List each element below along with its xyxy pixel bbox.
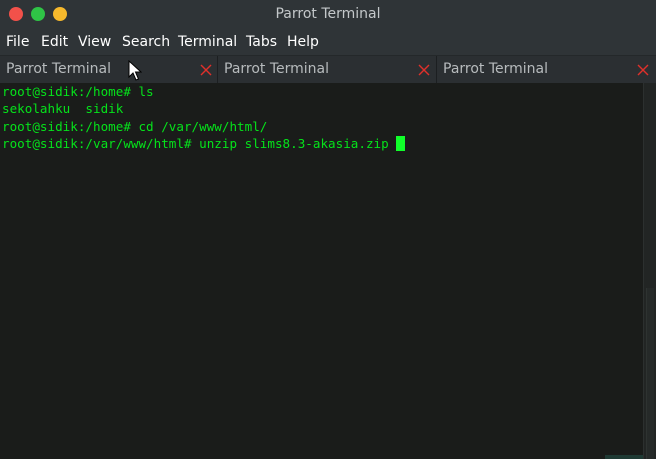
menu-tabs[interactable]: Tabs	[246, 29, 277, 55]
menu-terminal[interactable]: Terminal	[178, 29, 237, 55]
terminal-window: Parrot Terminal File Edit View Search Te…	[0, 0, 656, 459]
menu-view[interactable]: View	[78, 29, 111, 55]
tab-terminal-3[interactable]: Parrot Terminal	[437, 56, 656, 83]
menu-help[interactable]: Help	[287, 29, 319, 55]
terminal-command: root@sidik:/var/www/html# unzip slims8.3…	[2, 136, 389, 152]
text-cursor	[395, 136, 405, 152]
close-x-icon[interactable]	[199, 63, 213, 77]
tab-label: Parrot Terminal	[224, 61, 330, 77]
terminal-line-current[interactable]: root@sidik:/var/www/html# unzip slims8.3…	[2, 135, 405, 152]
tab-label: Parrot Terminal	[443, 61, 549, 77]
menu-search[interactable]: Search	[122, 29, 170, 55]
tab-terminal-1[interactable]: Parrot Terminal	[0, 56, 218, 83]
terminal-line: root@sidik:/home# ls	[2, 84, 154, 99]
bottom-accent	[605, 455, 643, 459]
tab-label: Parrot Terminal	[6, 61, 112, 77]
vertical-scrollbar[interactable]	[643, 83, 656, 459]
tab-terminal-2[interactable]: Parrot Terminal	[218, 56, 437, 83]
terminal-line: root@sidik:/home# cd /var/www/html/	[2, 118, 268, 134]
menu-bar: File Edit View Search Terminal Tabs Help	[0, 29, 656, 55]
title-bar[interactable]: Parrot Terminal	[0, 0, 656, 29]
scrollbar-thumb[interactable]	[646, 288, 654, 459]
menu-file[interactable]: File	[6, 29, 29, 55]
terminal-output[interactable]: root@sidik:/home# ls sekolahku sidik roo…	[0, 83, 643, 459]
terminal-line: sekolahku sidik	[2, 101, 124, 117]
close-x-icon[interactable]	[417, 63, 431, 77]
tab-bar: Parrot Terminal Parrot Terminal Parrot T…	[0, 55, 656, 84]
close-x-icon[interactable]	[636, 63, 650, 77]
window-title: Parrot Terminal	[275, 6, 381, 22]
mouse-pointer-icon	[128, 60, 142, 81]
menu-edit[interactable]: Edit	[41, 29, 68, 55]
